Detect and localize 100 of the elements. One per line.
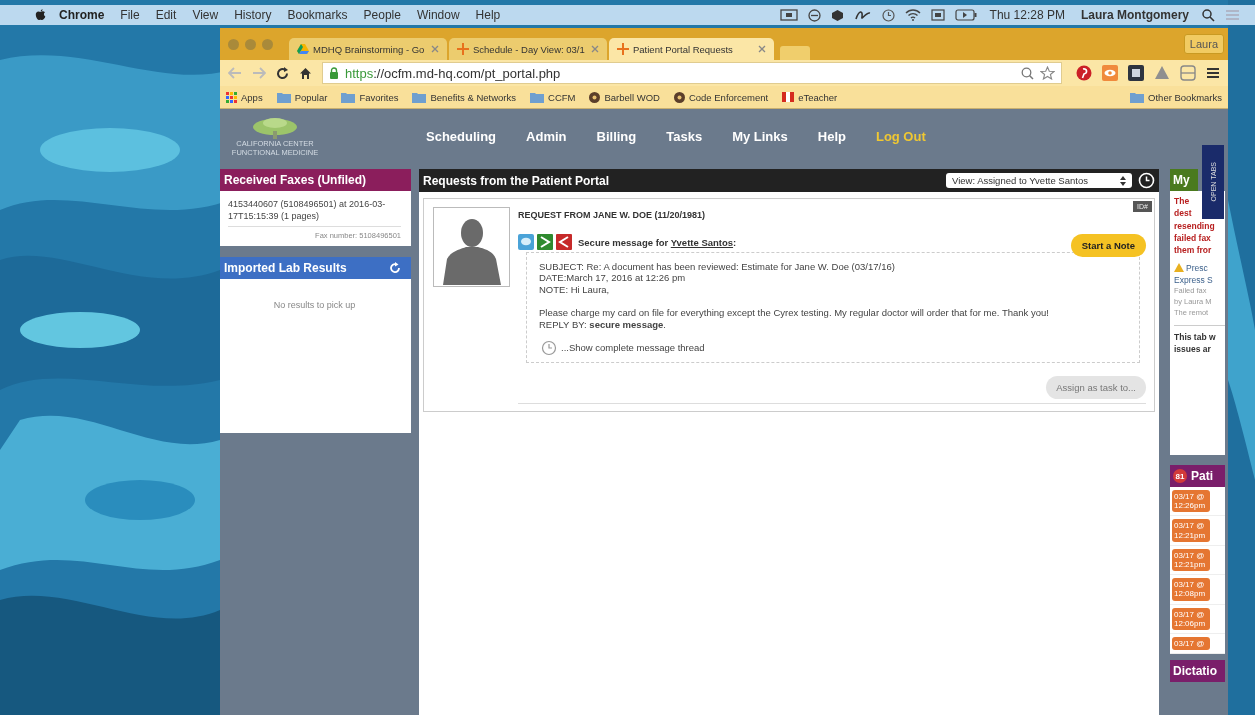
bookmark[interactable]: eTeacher: [782, 91, 838, 103]
bookmark[interactable]: Popular: [276, 91, 328, 103]
address-bar[interactable]: https://ocfm.md-hq.com/pt_portal.php: [322, 62, 1062, 84]
request-heading: REQUEST FROM JANE W. DOE (11/20/1981): [518, 210, 707, 220]
bookmark[interactable]: Other Bookmarks: [1130, 91, 1222, 103]
menu-item[interactable]: History: [226, 8, 280, 22]
script-icon[interactable]: [853, 8, 872, 22]
refresh-icon[interactable]: [389, 262, 401, 275]
warning-icon: [1174, 263, 1184, 273]
bookmark[interactable]: Apps: [226, 91, 263, 103]
nav-link[interactable]: Scheduling: [426, 129, 497, 144]
fax-entry[interactable]: 4153440607 (5108496501) at 2016-03-17T15:15:39 (1 pages): [228, 199, 401, 228]
menu-item[interactable]: Window: [408, 8, 468, 22]
panel-title: Pati: [1191, 469, 1213, 483]
menu-item[interactable]: People: [355, 8, 409, 22]
drive-icon: [297, 43, 309, 55]
message-subject: SUBJECT: Re: A document has been reviewed: Estimate for Jane W. Doe (03/17/16): [539, 261, 896, 273]
panel-title: Requests from the Patient Portal: [423, 173, 610, 188]
bookmark[interactable]: CCFM: [530, 91, 576, 103]
time-badge: 03/17 @ 12:21pm: [1172, 548, 1210, 572]
grid-icon: [226, 91, 237, 103]
screen-icon[interactable]: [779, 9, 798, 21]
nav-link[interactable]: Tasks: [666, 129, 703, 144]
close-icon[interactable]: [758, 45, 766, 53]
history-icon[interactable]: [1138, 172, 1155, 189]
nav-link[interactable]: My Links: [732, 129, 788, 144]
time-badge: 03/17 @: [1172, 636, 1210, 651]
nav-link[interactable]: Help: [817, 129, 846, 144]
thread-link[interactable]: ...Show complete message thread: [561, 342, 705, 354]
user-name[interactable]: Laura Montgomery: [1073, 8, 1197, 22]
updown-icon: [1120, 175, 1126, 186]
folder-icon: [530, 91, 545, 103]
browser-tab[interactable]: Schedule - Day View: 03/1: [449, 38, 607, 60]
menu-icon[interactable]: [1206, 67, 1220, 79]
cross-icon: [457, 43, 469, 55]
pin-icon[interactable]: [1076, 65, 1092, 81]
arrow-icon[interactable]: [537, 234, 553, 250]
empty-message: No results to pick up: [272, 300, 357, 311]
menu-item[interactable]: Help: [467, 8, 509, 22]
panel-header: My: [1170, 169, 1198, 191]
message-reply: REPLY BY: secure message.: [539, 318, 667, 330]
menu-item[interactable]: Bookmarks: [279, 8, 356, 22]
browser-tab[interactable]: Patient Portal Requests: [609, 38, 774, 60]
browser-tab[interactable]: MDHQ Brainstorming - Go: [289, 38, 447, 60]
folder-icon: [276, 91, 291, 103]
time-badge: 03/17 @ 12:21pm: [1172, 519, 1210, 542]
message-recipient-line: Secure message for Yvette Santos:: [578, 236, 737, 248]
message-date: DATE:March 17, 2016 at 12:26 pm: [539, 272, 687, 284]
message-note: NOTE: Hi Laura,: [539, 283, 611, 296]
nav-link[interactable]: Admin: [526, 129, 567, 144]
clock-icon[interactable]: [881, 8, 895, 22]
eye-icon[interactable]: [1102, 65, 1118, 81]
menu-item[interactable]: Edit: [147, 8, 185, 22]
bookmark[interactable]: Benefits & Networks: [412, 91, 517, 103]
lock-icon: [329, 67, 339, 79]
circle-icon[interactable]: [807, 8, 821, 22]
info-text: This tab w: [1174, 330, 1217, 344]
window-icon[interactable]: [930, 9, 945, 21]
message-body: Please charge my card on file for everything except the Cyrex testing. My regular doctor will order that for me. Thank you!: [539, 307, 1050, 319]
home-icon[interactable]: [299, 66, 312, 80]
time-badge: 03/17 @ 12:06pm: [1172, 607, 1210, 630]
assign-button[interactable]: Assign as task to...: [1046, 375, 1146, 399]
prescription-link[interactable]: Express S: [1174, 273, 1225, 287]
profile-button[interactable]: Laura: [1183, 34, 1224, 54]
wifi-icon[interactable]: [904, 9, 921, 21]
view-select[interactable]: View: Assigned to Yvette Santos: [946, 173, 1132, 188]
arrow-icon[interactable]: [556, 234, 572, 250]
folder-icon: [1130, 91, 1145, 103]
box-icon[interactable]: [830, 8, 844, 22]
bookmark[interactable]: Barbell WOD: [589, 91, 660, 103]
alert-text: them fror: [1174, 244, 1212, 257]
count-badge: 81: [1173, 469, 1187, 483]
triangle-icon[interactable]: [1154, 65, 1170, 81]
zoom-icon[interactable]: [1021, 66, 1034, 80]
menu-item[interactable]: Chrome: [51, 8, 113, 22]
square-icon[interactable]: [1128, 65, 1144, 81]
reload-icon[interactable]: [276, 66, 289, 80]
folder-icon: [341, 91, 356, 103]
menu-item[interactable]: File: [112, 8, 148, 22]
star-icon[interactable]: [1040, 66, 1055, 80]
start-note-button[interactable]: Start a Note: [1070, 234, 1146, 257]
circle-icon: [673, 91, 685, 103]
alert-text: dest: [1174, 207, 1192, 220]
alert-text: resending: [1174, 219, 1215, 232]
bookmark[interactable]: Code Enforcement: [673, 91, 769, 103]
panel-header: Received Faxes (Unfiled): [220, 169, 411, 191]
menu-item[interactable]: View: [184, 8, 227, 22]
avatar-icon: [433, 207, 510, 287]
bookmark[interactable]: Favorites: [341, 91, 399, 103]
flag-icon: [782, 92, 795, 102]
menu-clock[interactable]: Thu 12:28 PM: [981, 8, 1073, 22]
nav-link[interactable]: Billing: [596, 129, 637, 144]
search-icon[interactable]: [1202, 8, 1215, 22]
alert-text: failed fax: [1174, 231, 1211, 245]
circle-icon: [589, 91, 601, 103]
battery-icon[interactable]: [954, 9, 977, 21]
info-text: issues ar: [1174, 343, 1212, 356]
prescription-link[interactable]: Presc: [1186, 261, 1208, 274]
apple-icon[interactable]: [35, 9, 46, 21]
panel-header: Dictatio: [1170, 660, 1225, 683]
